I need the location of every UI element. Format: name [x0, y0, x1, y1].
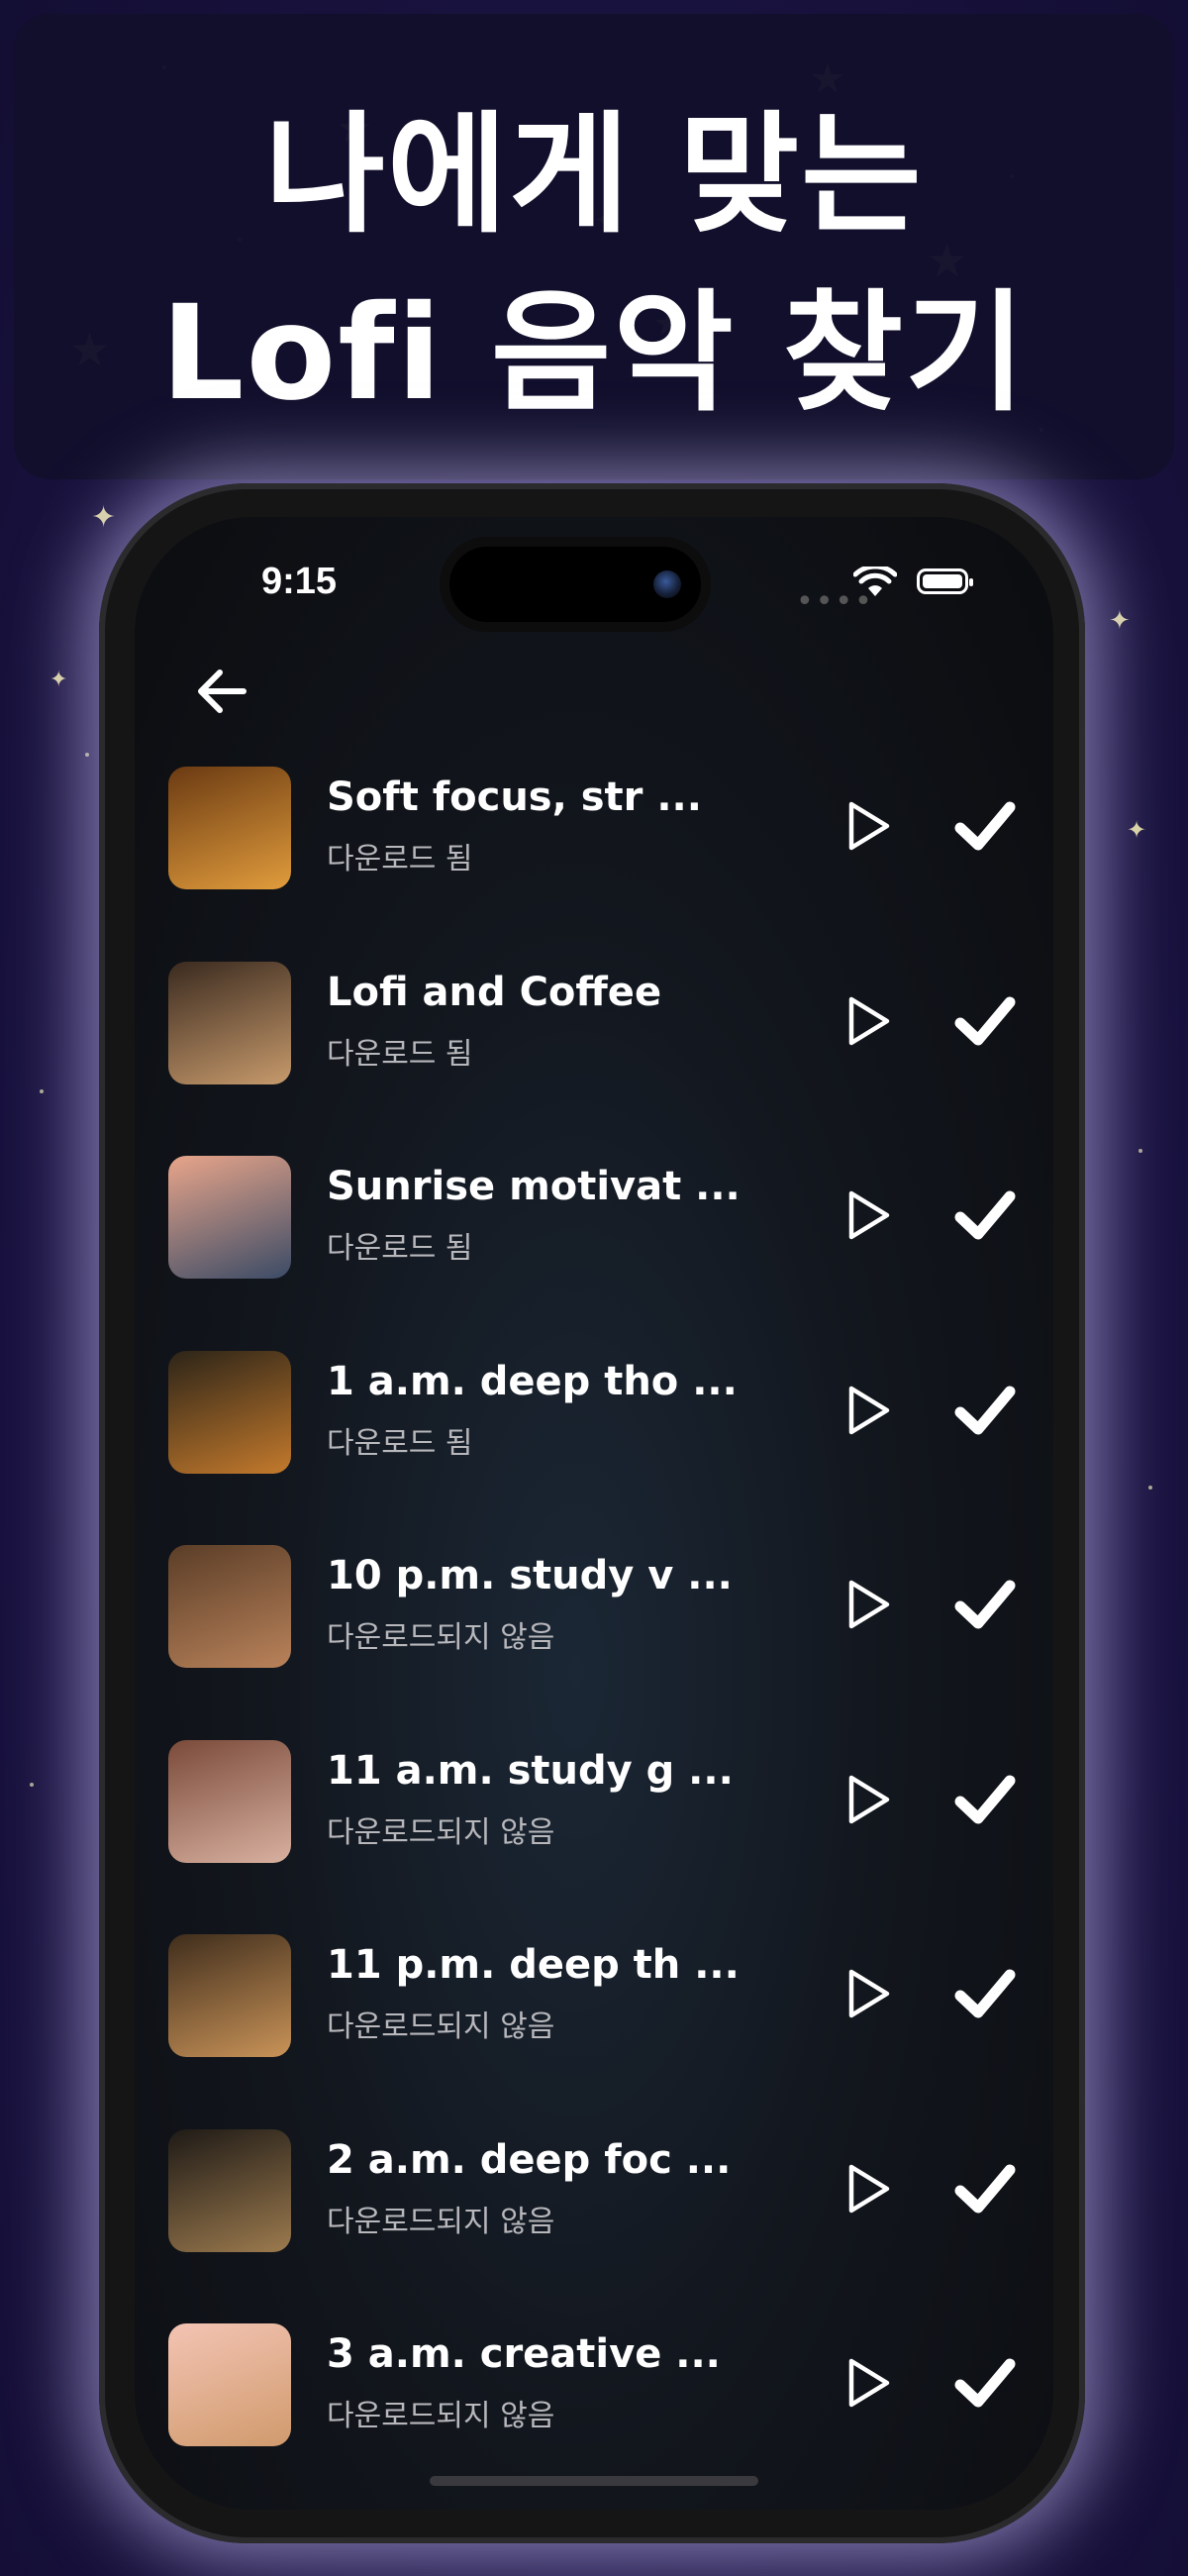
track-title: 2 a.m. deep foc ...	[327, 2136, 732, 2183]
star-decoration: ✦	[91, 500, 117, 535]
track-thumbnail	[168, 2323, 291, 2446]
track-thumbnail	[168, 1934, 291, 2057]
track-download-status: 다운로드 됨	[327, 842, 473, 876]
check-icon[interactable]	[954, 2161, 1016, 2216]
arrow-left-icon[interactable]	[186, 656, 257, 727]
track-download-status: 다운로드되지 않음	[327, 2204, 555, 2239]
play-icon[interactable]	[838, 1381, 897, 1440]
check-icon[interactable]	[954, 2355, 1016, 2411]
play-icon[interactable]	[838, 796, 897, 856]
track-title: Sunrise motivat ...	[327, 1164, 741, 1209]
headline-line-1: 나에게 맞는	[264, 99, 924, 252]
battery-icon	[917, 568, 973, 594]
phone-screen: 9:15 •••• Soft focus, str ... 다운로드 됨 Lof…	[135, 517, 1053, 2510]
track-thumbnail	[168, 1156, 291, 1279]
track-thumbnail	[168, 1350, 291, 1474]
star-decoration: ✦	[50, 668, 68, 692]
check-icon[interactable]	[954, 1577, 1016, 1632]
star-decoration: ✦	[1109, 606, 1131, 636]
track-title: 11 a.m. study g ...	[327, 1747, 734, 1794]
track-title: Lofi and Coffee	[327, 969, 662, 1015]
play-icon[interactable]	[838, 1770, 897, 1829]
track-thumbnail	[168, 961, 291, 1084]
check-icon[interactable]	[954, 1383, 1016, 1438]
track-download-status: 다운로드 됨	[327, 1036, 473, 1072]
play-icon[interactable]	[838, 2159, 897, 2218]
status-time: 9:15	[261, 561, 338, 602]
check-icon[interactable]	[954, 993, 1016, 1049]
track-thumbnail	[168, 1739, 291, 1863]
track-title: 1 a.m. deep tho ...	[327, 1358, 738, 1404]
check-icon[interactable]	[954, 1772, 1016, 1827]
track-row[interactable]: Lofi and Coffee 다운로드 됨	[135, 952, 1053, 1147]
track-row[interactable]: 1 a.m. deep tho ... 다운로드 됨	[135, 1341, 1053, 1536]
check-icon[interactable]	[954, 1966, 1016, 2021]
play-icon[interactable]	[838, 1185, 897, 1245]
star-dot	[1148, 1486, 1152, 1490]
track-title: Soft focus, str ...	[327, 774, 702, 820]
track-row[interactable]: 11 p.m. deep th ... 다운로드되지 않음	[135, 1924, 1053, 2119]
check-icon[interactable]	[954, 798, 1016, 854]
star-decoration: ✦	[1127, 816, 1147, 844]
track-title: 10 p.m. study v ...	[327, 1553, 733, 1598]
track-title: 11 p.m. deep th ...	[327, 1942, 740, 1988]
star-dot	[1138, 1149, 1142, 1153]
play-icon[interactable]	[838, 1964, 897, 2023]
star-dot	[30, 1783, 34, 1787]
play-icon[interactable]	[838, 1575, 897, 1634]
track-thumbnail	[168, 2128, 291, 2252]
track-row[interactable]: Sunrise motivat ... 다운로드 됨	[135, 1146, 1053, 1341]
track-list: Soft focus, str ... 다운로드 됨 Lofi and Coff…	[135, 757, 1053, 2509]
home-indicator[interactable]	[430, 2476, 758, 2486]
dynamic-island	[449, 547, 701, 622]
track-download-status: 다운로드되지 않음	[327, 1620, 555, 1655]
play-icon[interactable]	[838, 991, 897, 1051]
track-row[interactable]: Soft focus, str ... 다운로드 됨	[135, 757, 1053, 952]
camera-icon	[653, 570, 681, 598]
track-download-status: 다운로드 됨	[327, 1425, 473, 1461]
track-download-status: 다운로드되지 않음	[327, 2399, 555, 2433]
wifi-icon	[853, 567, 897, 596]
track-title: 3 a.m. creative ...	[327, 2331, 721, 2377]
play-icon[interactable]	[838, 2353, 897, 2413]
track-row[interactable]: 10 p.m. study v ... 다운로드되지 않음	[135, 1535, 1053, 1730]
star-dot	[40, 1089, 44, 1093]
headline-line-2: Lofi 음악 찾기	[160, 277, 1028, 430]
track-row[interactable]: 2 a.m. deep foc ... 다운로드되지 않음	[135, 2119, 1053, 2315]
star-dot	[85, 753, 89, 757]
track-row[interactable]: 11 a.m. study g ... 다운로드되지 않음	[135, 1730, 1053, 1925]
track-download-status: 다운로드 됨	[327, 1231, 473, 1266]
track-thumbnail	[168, 1545, 291, 1668]
track-download-status: 다운로드되지 않음	[327, 1814, 555, 1850]
track-thumbnail	[168, 767, 291, 889]
track-download-status: 다운로드되지 않음	[327, 2009, 555, 2044]
check-icon[interactable]	[954, 1187, 1016, 1243]
